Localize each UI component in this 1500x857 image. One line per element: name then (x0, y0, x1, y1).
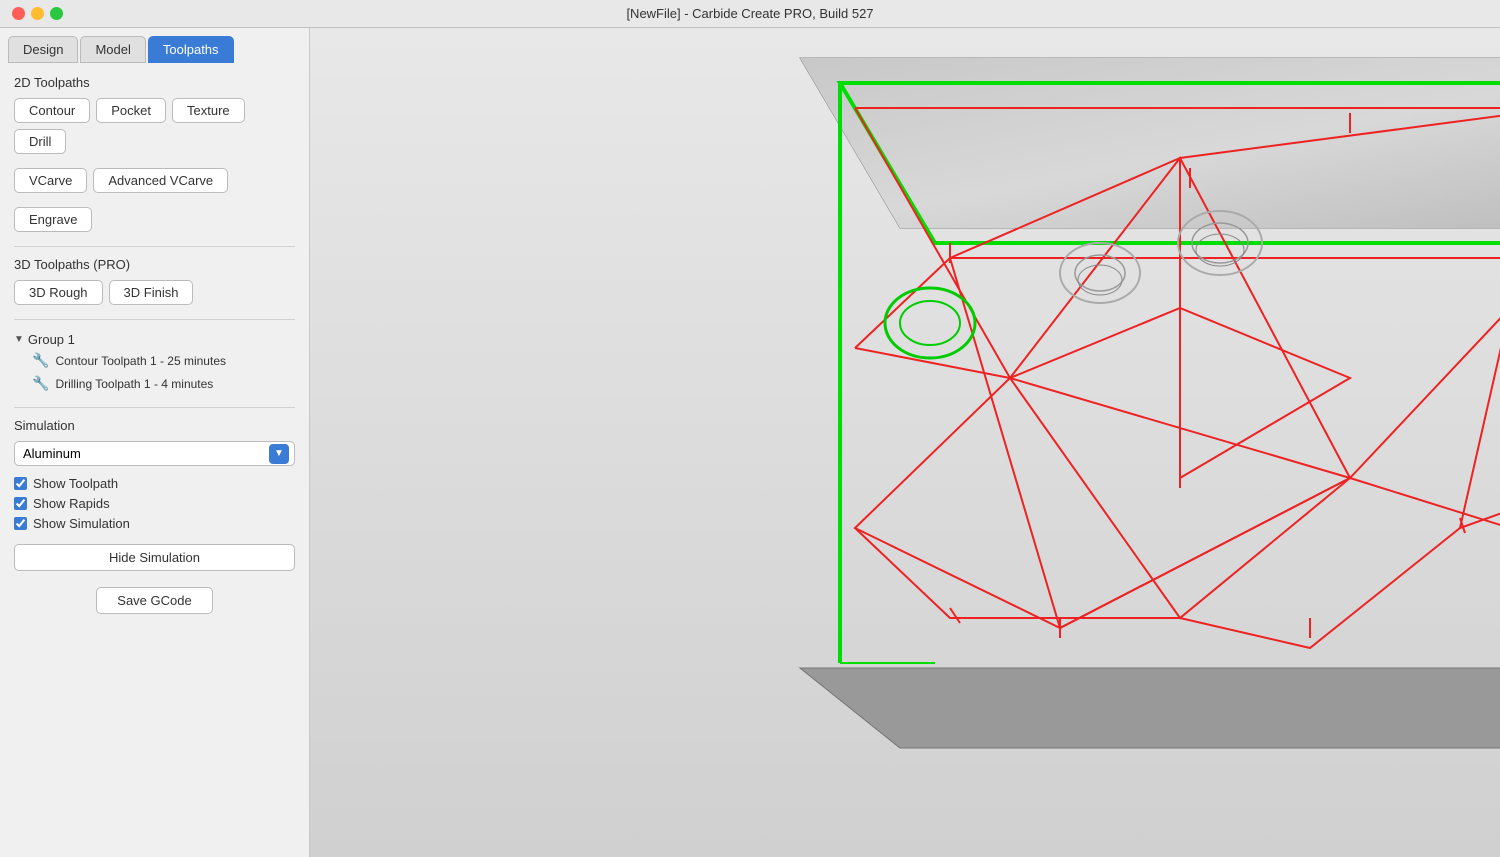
2d-toolpaths-label: 2D Toolpaths (14, 75, 295, 90)
3d-toolpaths-label: 3D Toolpaths (PRO) (14, 257, 295, 272)
hide-simulation-button[interactable]: Hide Simulation (14, 544, 295, 571)
engrave-buttons: Engrave (14, 207, 295, 232)
show-simulation-row: Show Simulation (14, 516, 295, 531)
show-rapids-row: Show Rapids (14, 496, 295, 511)
group-1-header[interactable]: ▼ Group 1 (14, 330, 295, 349)
3d-toolpaths-buttons: 3D Rough 3D Finish (14, 280, 295, 305)
close-button[interactable] (12, 7, 25, 20)
tab-bar: Design Model Toolpaths (0, 28, 309, 63)
drill-button[interactable]: Drill (14, 129, 66, 154)
show-toolpath-row: Show Toolpath (14, 476, 295, 491)
divider-1 (14, 246, 295, 247)
divider-2 (14, 319, 295, 320)
texture-button[interactable]: Texture (172, 98, 245, 123)
material-select[interactable]: Aluminum Wood Plastic Foam (14, 441, 295, 466)
show-rapids-checkbox[interactable] (14, 497, 27, 510)
engrave-button[interactable]: Engrave (14, 207, 92, 232)
show-simulation-label: Show Simulation (33, 516, 130, 531)
3d-scene (310, 28, 1500, 857)
toolpath-tree: ▼ Group 1 🔧 Contour Toolpath 1 - 25 minu… (14, 330, 295, 395)
group-1-label: Group 1 (28, 332, 75, 347)
minimize-button[interactable] (31, 7, 44, 20)
tab-toolpaths[interactable]: Toolpaths (148, 36, 234, 63)
toolpath-item-1[interactable]: 🔧 Contour Toolpath 1 - 25 minutes (14, 349, 295, 372)
toolpath-label-2: Drilling Toolpath 1 - 4 minutes (55, 377, 213, 391)
show-simulation-checkbox[interactable] (14, 517, 27, 530)
tab-model[interactable]: Model (80, 36, 145, 63)
show-toolpath-checkbox[interactable] (14, 477, 27, 490)
vcarve-button[interactable]: VCarve (14, 168, 87, 193)
show-rapids-label: Show Rapids (33, 496, 110, 511)
main-container: Design Model Toolpaths 2D Toolpaths Cont… (0, 28, 1500, 857)
contour-button[interactable]: Contour (14, 98, 90, 123)
maximize-button[interactable] (50, 7, 63, 20)
toolpath-item-2[interactable]: 🔧 Drilling Toolpath 1 - 4 minutes (14, 372, 295, 395)
2d-toolpaths-buttons: Contour Pocket Texture Drill (14, 98, 295, 154)
tab-design[interactable]: Design (8, 36, 78, 63)
simulation-section: Simulation Aluminum Wood Plastic Foam ▼ … (14, 407, 295, 571)
toolpath-icon-1: 🔧 (32, 352, 49, 369)
material-select-wrapper: Aluminum Wood Plastic Foam ▼ (14, 441, 295, 466)
vcarve-buttons: VCarve Advanced VCarve (14, 168, 295, 193)
sidebar: Design Model Toolpaths 2D Toolpaths Cont… (0, 28, 310, 857)
toolpath-label-1: Contour Toolpath 1 - 25 minutes (55, 354, 226, 368)
title-bar: [NewFile] - Carbide Create PRO, Build 52… (0, 0, 1500, 28)
3d-rough-button[interactable]: 3D Rough (14, 280, 103, 305)
sidebar-content: 2D Toolpaths Contour Pocket Texture Dril… (0, 63, 309, 857)
window-controls[interactable] (12, 7, 63, 20)
show-toolpath-label: Show Toolpath (33, 476, 118, 491)
save-gcode-button[interactable]: Save GCode (96, 587, 212, 614)
canvas-area (310, 28, 1500, 857)
toolpath-icon-2: 🔧 (32, 375, 49, 392)
collapse-icon: ▼ (14, 334, 24, 345)
app-title: [NewFile] - Carbide Create PRO, Build 52… (626, 6, 873, 21)
advanced-vcarve-button[interactable]: Advanced VCarve (93, 168, 228, 193)
simulation-label: Simulation (14, 418, 295, 433)
3d-finish-button[interactable]: 3D Finish (109, 280, 194, 305)
pocket-button[interactable]: Pocket (96, 98, 166, 123)
